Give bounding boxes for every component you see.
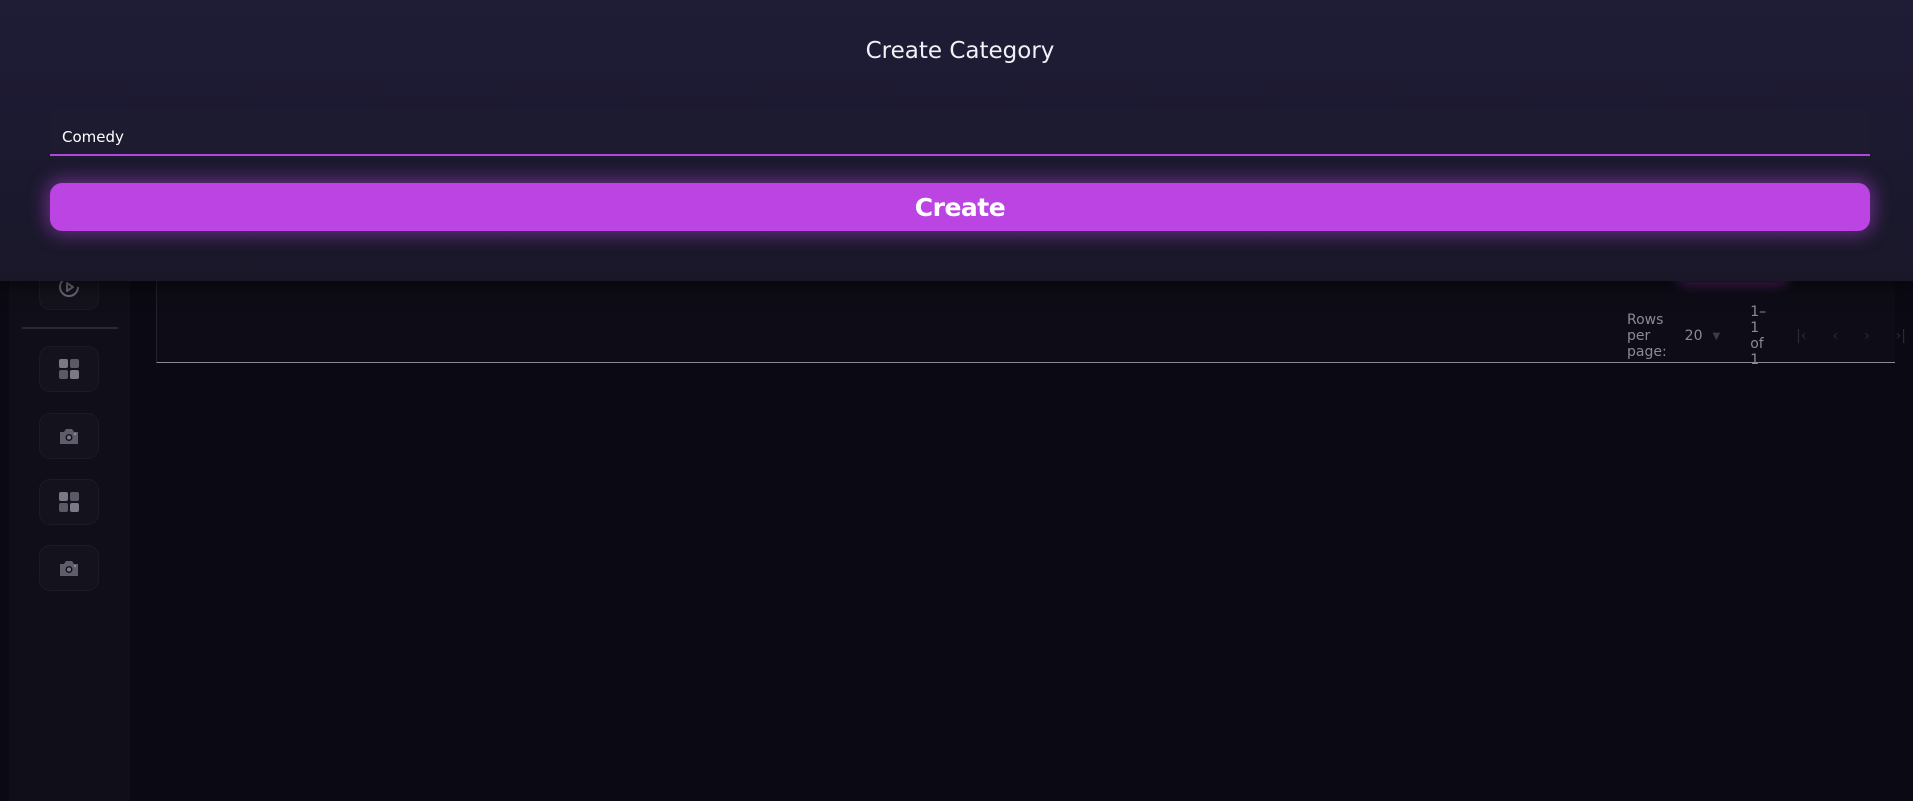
sidebar-item-categories[interactable] [39, 346, 99, 392]
camera-icon [60, 429, 78, 444]
rows-per-page-value: 20 [1684, 328, 1703, 344]
modal-title: Create Category [865, 38, 1055, 64]
sidebar-item-photos[interactable] [39, 413, 99, 459]
next-page-icon[interactable]: › [1864, 328, 1870, 344]
first-page-icon[interactable]: |‹ [1796, 328, 1806, 344]
camera-icon [60, 561, 78, 576]
table-pagination: Rows per page: 20 ▼ 1–1 of 1 |‹ ‹ › ›| [1627, 304, 1906, 368]
sidebar-divider [22, 327, 118, 329]
sidebar-item-categories-2[interactable] [39, 479, 99, 525]
category-name-input[interactable] [50, 124, 1870, 156]
chevron-down-icon: ▼ [1712, 330, 1721, 342]
create-button[interactable]: Create [50, 183, 1870, 231]
grid-icon [59, 359, 79, 379]
last-page-icon[interactable]: ›| [1896, 328, 1906, 344]
previous-page-icon[interactable]: ‹ [1832, 328, 1838, 344]
pagination-range: 1–1 of 1 [1750, 304, 1767, 368]
rows-per-page-select[interactable]: 20 ▼ [1685, 328, 1721, 344]
create-category-modal: Create Category Create [0, 0, 1913, 281]
page-navigation: |‹ ‹ › ›| [1796, 328, 1906, 344]
grid-icon [59, 492, 79, 512]
rows-per-page-label: Rows per page: [1627, 312, 1667, 360]
sidebar-item-photos-2[interactable] [39, 545, 99, 591]
